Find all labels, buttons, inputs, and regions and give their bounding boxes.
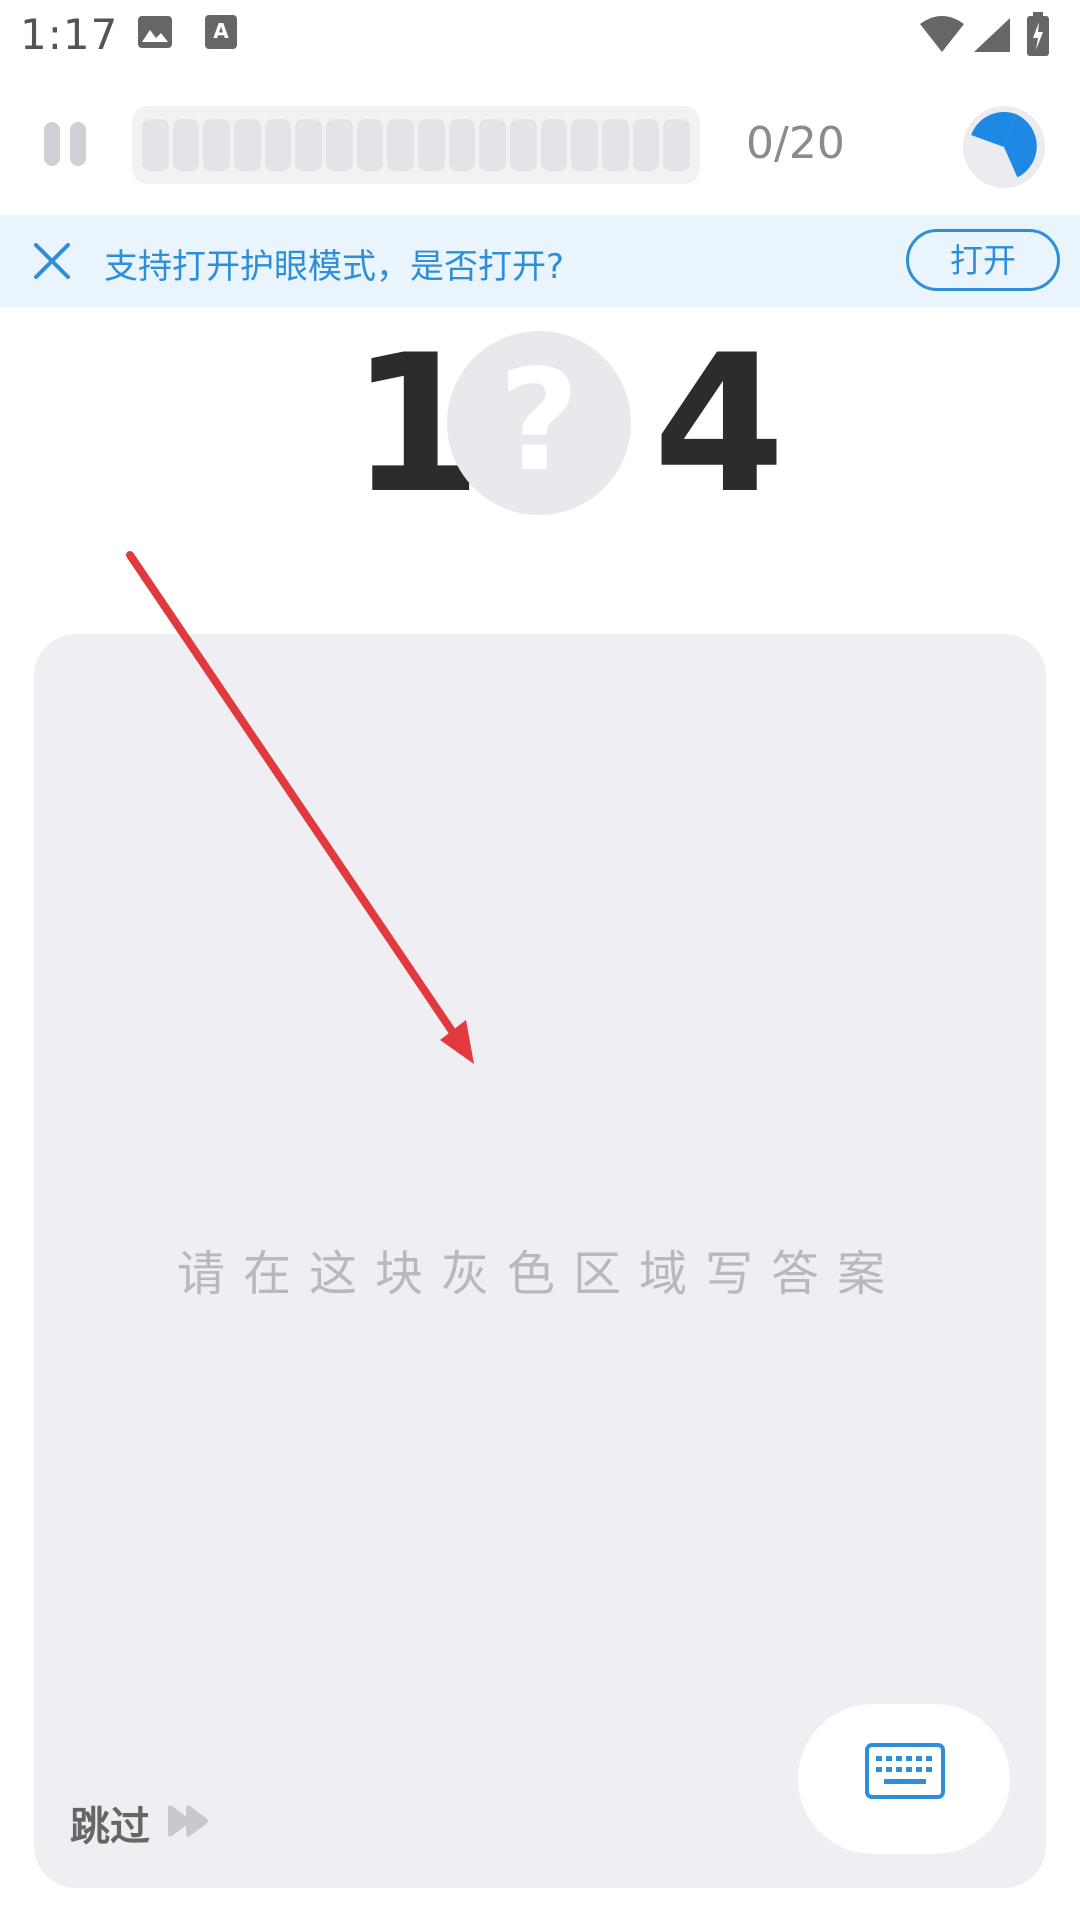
progress-segment — [418, 119, 445, 171]
answer-blank-mark: ? — [498, 340, 580, 503]
skip-icon[interactable] — [166, 1804, 212, 1838]
keyboard-toggle-button[interactable] — [798, 1704, 1010, 1854]
pause-icon[interactable] — [44, 122, 90, 170]
progress-segment — [234, 119, 261, 171]
progress-segment — [142, 119, 169, 171]
text-icon: A — [205, 15, 237, 49]
banner-message: 支持打开护眼模式，是否打开? — [104, 247, 565, 287]
answer-blank: ? — [447, 331, 631, 515]
progress-segment — [203, 119, 231, 171]
timer-icon — [971, 112, 1037, 178]
progress-segment — [602, 119, 629, 171]
progress-segment — [264, 119, 292, 171]
close-icon[interactable] — [32, 241, 72, 281]
progress-segment — [448, 119, 476, 171]
image-icon — [138, 16, 172, 48]
status-bar: 1:17 A — [0, 0, 1080, 72]
progress-segment — [540, 119, 568, 171]
quiz-top-bar: 0/20 — [0, 90, 1080, 200]
battery-icon — [1027, 12, 1049, 56]
question-counter: 0/20 — [746, 118, 845, 169]
progress-segment — [326, 119, 353, 171]
progress-segment — [571, 119, 599, 171]
handwriting-area[interactable]: 请在这块灰色区域写答案 跳过 — [34, 634, 1046, 1888]
progress-segment — [510, 119, 537, 171]
keyboard-icon — [865, 1743, 945, 1799]
progress-segment — [172, 119, 200, 171]
progress-segment — [479, 119, 507, 171]
skip-button[interactable]: 跳过 — [70, 1794, 150, 1852]
status-time: 1:17 — [20, 10, 119, 59]
equation-right-number: 4 — [653, 314, 786, 535]
progress-segment — [632, 119, 660, 171]
timer-button[interactable] — [963, 106, 1045, 188]
progress-segment — [663, 119, 691, 171]
svg-text:A: A — [213, 19, 229, 43]
progress-segment — [387, 119, 415, 171]
signal-icon — [974, 18, 1010, 52]
wifi-icon — [920, 16, 964, 52]
progress-segment — [295, 119, 323, 171]
enable-eye-care-button[interactable]: 打开 — [906, 229, 1060, 291]
handwriting-hint: 请在这块灰色区域写答案 — [176, 1246, 903, 1302]
progress-bar — [132, 106, 700, 184]
eye-care-banner: 支持打开护眼模式，是否打开? 打开 — [0, 215, 1080, 307]
progress-segment — [356, 119, 384, 171]
